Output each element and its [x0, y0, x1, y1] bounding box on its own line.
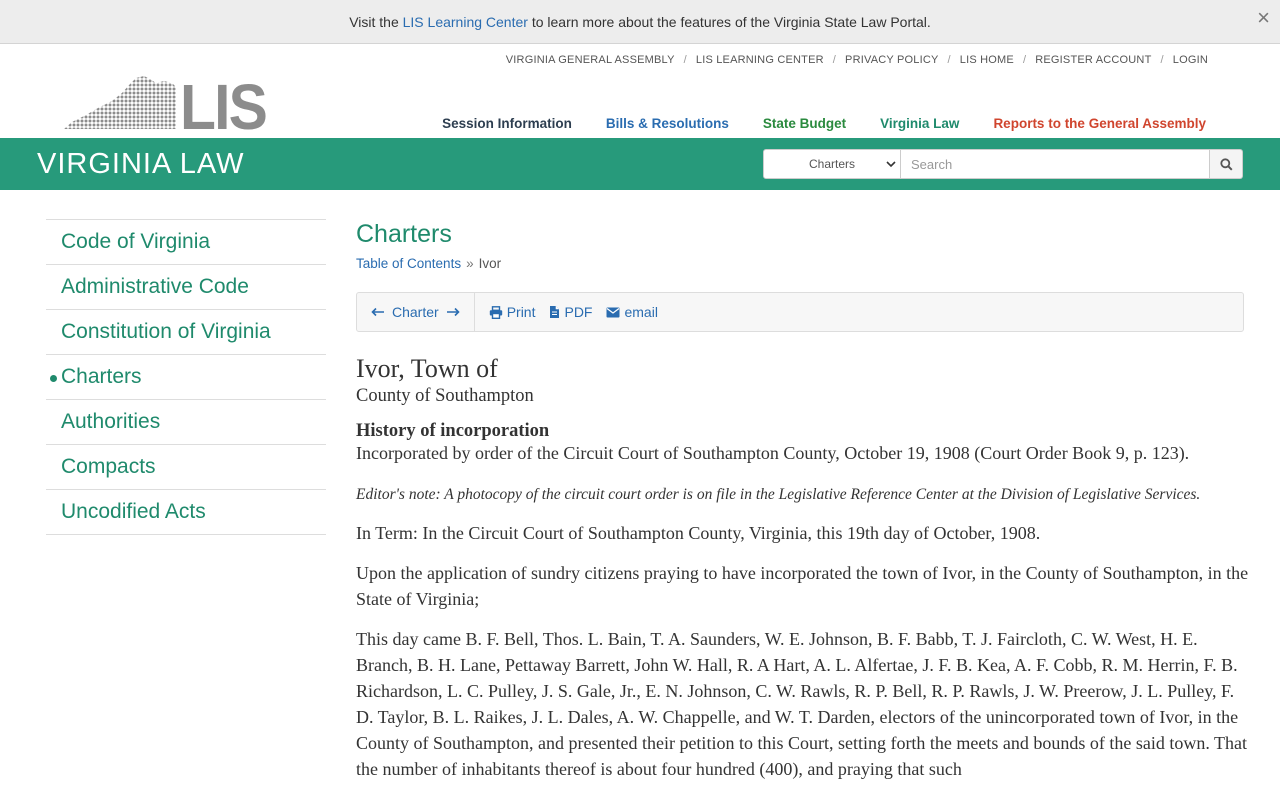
top-link-general-assembly[interactable]: VIRGINIA GENERAL ASSEMBLY	[506, 54, 675, 66]
search-button[interactable]	[1210, 149, 1243, 179]
top-link-learning-center[interactable]: LIS LEARNING CENTER	[696, 54, 824, 66]
nav-state-budget[interactable]: State Budget	[763, 116, 846, 131]
charter-navigation: Charter	[357, 292, 475, 332]
paragraph: Upon the application of sundry citizens …	[356, 563, 1249, 609]
virginia-map-icon: LIS	[64, 71, 268, 143]
section-title: VIRGINIA LAW	[37, 148, 245, 180]
search-bar: Charters	[763, 149, 1243, 179]
print-button[interactable]: Print	[489, 304, 535, 320]
sidebar-item-administrative-code[interactable]: Administrative Code	[46, 265, 326, 310]
nav-bills-resolutions[interactable]: Bills & Resolutions	[606, 116, 729, 131]
sidebar-item-compacts[interactable]: Compacts	[46, 445, 326, 490]
search-scope-select[interactable]: Charters	[763, 149, 901, 179]
sidebar: Code of Virginia Administrative Code Con…	[46, 219, 326, 535]
charter-document: Ivor, Town of County of Southampton Hist…	[356, 354, 1256, 782]
sidebar-item-constitution[interactable]: Constitution of Virginia	[46, 310, 326, 355]
chevron-down-icon	[886, 159, 896, 172]
paragraph: In Term: In the Circuit Court of Southam…	[356, 523, 1041, 543]
top-link-register[interactable]: REGISTER ACCOUNT	[1035, 54, 1151, 66]
notice-text: Visit the LIS Learning Center to learn m…	[349, 13, 931, 30]
document-subtitle: County of Southampton	[356, 386, 534, 406]
nav-session-information[interactable]: Session Information	[442, 116, 572, 131]
search-icon	[1219, 157, 1233, 171]
section-header-band: VIRGINIA LAW Charters	[0, 138, 1280, 190]
top-links: VIRGINIA GENERAL ASSEMBLY / LIS LEARNING…	[505, 54, 1208, 66]
editor-note: Editor's note: A photocopy of the circui…	[356, 486, 1201, 503]
svg-text:LIS: LIS	[180, 75, 266, 131]
pdf-button[interactable]: PDF	[549, 304, 592, 320]
main-nav: Session Information Bills & Resolutions …	[408, 116, 1206, 131]
breadcrumb-table-of-contents[interactable]: Table of Contents	[356, 256, 461, 271]
main-content: Charters Table of Contents» Ivor Charter …	[356, 220, 1256, 782]
active-indicator	[50, 375, 57, 382]
close-icon[interactable]: ×	[1257, 7, 1270, 29]
next-arrow-icon[interactable]	[446, 304, 460, 320]
file-pdf-icon	[550, 306, 560, 318]
history-heading: History of incorporation	[356, 421, 550, 441]
top-link-lis-home[interactable]: LIS HOME	[960, 54, 1014, 66]
search-input[interactable]	[901, 149, 1210, 179]
paragraph: This day came B. F. Bell, Thos. L. Bain,…	[356, 629, 1248, 779]
top-link-login[interactable]: LOGIN	[1173, 54, 1208, 66]
document-toolbar: Charter Print PDF email	[356, 292, 1244, 332]
nav-reports[interactable]: Reports to the General Assembly	[993, 116, 1206, 131]
lis-logo[interactable]: LIS	[64, 71, 268, 143]
top-link-privacy-policy[interactable]: PRIVACY POLICY	[845, 54, 938, 66]
sidebar-item-charters[interactable]: Charters	[46, 355, 326, 400]
document-title: Ivor, Town of	[356, 354, 498, 383]
page-title: Charters	[356, 220, 452, 248]
sidebar-item-code-of-virginia[interactable]: Code of Virginia	[46, 220, 326, 265]
previous-arrow-icon[interactable]	[371, 304, 385, 320]
history-text: Incorporated by order of the Circuit Cou…	[356, 443, 1190, 463]
envelope-icon	[606, 307, 620, 317]
print-icon	[489, 305, 502, 319]
breadcrumb-current: Ivor	[478, 256, 502, 271]
breadcrumb: Table of Contents» Ivor	[356, 256, 502, 271]
sidebar-item-uncodified-acts[interactable]: Uncodified Acts	[46, 490, 326, 535]
notice-bar: Visit the LIS Learning Center to learn m…	[0, 0, 1280, 44]
learning-center-link[interactable]: LIS Learning Center	[403, 14, 528, 30]
email-button[interactable]: email	[606, 304, 658, 320]
nav-virginia-law[interactable]: Virginia Law	[880, 116, 959, 131]
charter-nav-label: Charter	[392, 304, 439, 320]
sidebar-item-authorities[interactable]: Authorities	[46, 400, 326, 445]
